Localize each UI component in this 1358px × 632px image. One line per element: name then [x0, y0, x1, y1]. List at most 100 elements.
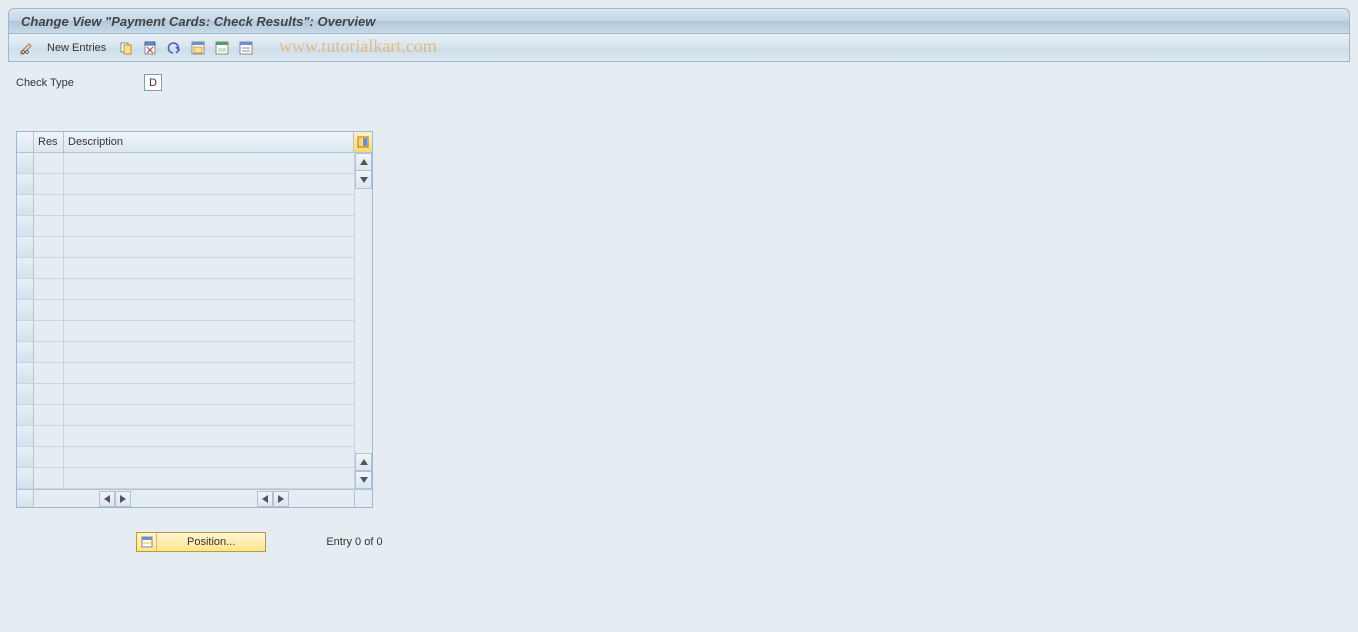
scroll-left-button[interactable]	[99, 491, 115, 507]
row-selector[interactable]	[17, 153, 34, 173]
triangle-down-icon	[360, 177, 368, 183]
delete-button[interactable]	[140, 38, 160, 58]
cell-description[interactable]	[64, 447, 354, 467]
cell-description[interactable]	[64, 258, 354, 278]
select-all-header[interactable]	[17, 132, 34, 152]
new-entries-button[interactable]: New Entries	[41, 42, 112, 54]
cell-description[interactable]	[64, 321, 354, 341]
scroll-left-inner-button[interactable]	[257, 491, 273, 507]
cell-description[interactable]	[64, 153, 354, 173]
scroll-down-button[interactable]	[355, 471, 372, 489]
cell-res[interactable]	[34, 195, 64, 215]
triangle-left-icon	[262, 495, 268, 503]
check-type-row: Check Type	[16, 74, 1342, 91]
scroll-corner-right	[354, 490, 372, 507]
toggle-display-change-button[interactable]	[17, 38, 37, 58]
row-selector[interactable]	[17, 384, 34, 404]
cell-res[interactable]	[34, 321, 64, 341]
triangle-right-icon	[278, 495, 284, 503]
cell-res[interactable]	[34, 237, 64, 257]
cell-description[interactable]	[64, 300, 354, 320]
cell-res[interactable]	[34, 216, 64, 236]
row-selector[interactable]	[17, 237, 34, 257]
row-selector[interactable]	[17, 321, 34, 341]
position-icon-box	[137, 533, 157, 551]
select-all-button[interactable]	[188, 38, 208, 58]
column-header-description[interactable]: Description	[64, 132, 354, 152]
column-header-res[interactable]: Res	[34, 132, 64, 152]
copy-as-button[interactable]	[116, 38, 136, 58]
application-toolbar: New Entries	[8, 34, 1350, 62]
table-row	[17, 405, 354, 426]
vertical-scrollbar[interactable]	[354, 153, 372, 489]
position-label: Position...	[157, 536, 265, 548]
select-block-button[interactable]	[212, 38, 232, 58]
row-selector[interactable]	[17, 279, 34, 299]
row-selector[interactable]	[17, 342, 34, 362]
cell-description[interactable]	[64, 279, 354, 299]
cell-res[interactable]	[34, 153, 64, 173]
cell-description[interactable]	[64, 363, 354, 383]
cell-res[interactable]	[34, 405, 64, 425]
row-selector[interactable]	[17, 300, 34, 320]
table-row	[17, 300, 354, 321]
row-selector[interactable]	[17, 447, 34, 467]
row-selector[interactable]	[17, 195, 34, 215]
cell-description[interactable]	[64, 342, 354, 362]
table-row	[17, 447, 354, 468]
deselect-all-icon	[238, 40, 254, 56]
table-row	[17, 195, 354, 216]
cell-res[interactable]	[34, 342, 64, 362]
table-row	[17, 384, 354, 405]
cell-res[interactable]	[34, 363, 64, 383]
cell-description[interactable]	[64, 384, 354, 404]
cell-res[interactable]	[34, 384, 64, 404]
table-row	[17, 363, 354, 384]
delete-icon	[142, 40, 158, 56]
cell-res[interactable]	[34, 174, 64, 194]
check-type-label: Check Type	[16, 77, 136, 89]
cell-res[interactable]	[34, 300, 64, 320]
table-header: Res Description	[17, 132, 372, 153]
row-selector[interactable]	[17, 468, 34, 488]
row-selector[interactable]	[17, 363, 34, 383]
cell-res[interactable]	[34, 426, 64, 446]
scroll-right-inner-button[interactable]	[115, 491, 131, 507]
scroll-up-button-2[interactable]	[355, 171, 372, 189]
row-selector[interactable]	[17, 405, 34, 425]
cell-description[interactable]	[64, 216, 354, 236]
select-all-icon	[190, 40, 206, 56]
cell-description[interactable]	[64, 405, 354, 425]
check-type-input[interactable]	[144, 74, 162, 91]
content-area: Check Type Res Description	[0, 62, 1358, 564]
row-selector[interactable]	[17, 258, 34, 278]
scroll-down-button-2[interactable]	[355, 453, 372, 471]
results-table: Res Description	[16, 131, 373, 508]
cell-res[interactable]	[34, 468, 64, 488]
cell-res[interactable]	[34, 258, 64, 278]
cell-description[interactable]	[64, 174, 354, 194]
triangle-left-icon	[104, 495, 110, 503]
cell-description[interactable]	[64, 468, 354, 488]
row-selector[interactable]	[17, 174, 34, 194]
scroll-right-button[interactable]	[273, 491, 289, 507]
cell-description[interactable]	[64, 426, 354, 446]
cell-res[interactable]	[34, 447, 64, 467]
cell-res[interactable]	[34, 279, 64, 299]
page-title: Change View "Payment Cards: Check Result…	[21, 14, 375, 29]
table-row	[17, 258, 354, 279]
triangle-up-icon	[360, 459, 368, 465]
table-settings-button[interactable]	[354, 132, 372, 152]
row-selector[interactable]	[17, 426, 34, 446]
deselect-all-button[interactable]	[236, 38, 256, 58]
cell-description[interactable]	[64, 237, 354, 257]
scroll-up-button[interactable]	[355, 153, 372, 171]
cell-description[interactable]	[64, 195, 354, 215]
horizontal-scrollbar[interactable]	[17, 489, 372, 507]
select-block-icon	[214, 40, 230, 56]
table-footer: Position... Entry 0 of 0	[16, 532, 1342, 552]
position-button[interactable]: Position...	[136, 532, 266, 552]
scroll-corner	[17, 490, 34, 507]
undo-button[interactable]	[164, 38, 184, 58]
row-selector[interactable]	[17, 216, 34, 236]
